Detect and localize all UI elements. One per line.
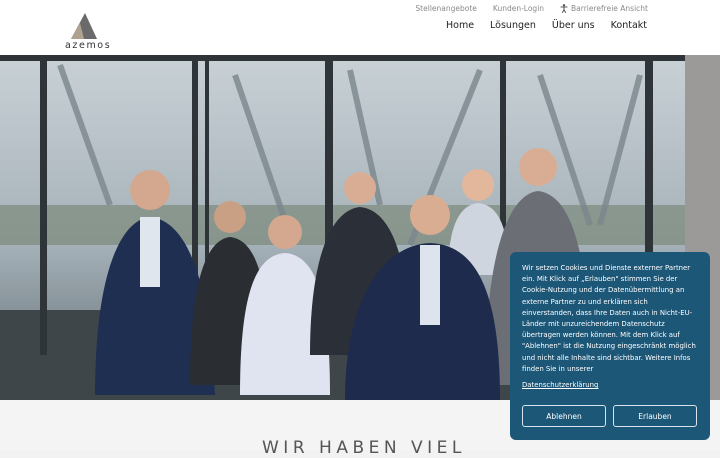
- cookie-banner: Wir setzen Cookies und Dienste externer …: [510, 252, 710, 440]
- logo-text: azemos: [65, 40, 112, 51]
- nav-ueber-uns[interactable]: Über uns: [552, 20, 595, 31]
- utility-nav: Stellenangebote Kunden-Login Barrierefre…: [415, 4, 648, 13]
- cookie-text: Wir setzen Cookies und Dienste externer …: [522, 264, 696, 373]
- main-nav: Home Lösungen Über uns Kontakt: [446, 20, 647, 31]
- privacy-policy-link[interactable]: Datenschutzerklärung: [522, 381, 598, 389]
- site-header: azemos Stellenangebote Kunden-Login Barr…: [0, 0, 720, 55]
- azemos-logo[interactable]: azemos: [62, 9, 110, 53]
- logo-mark-icon: [71, 13, 97, 39]
- jobs-link[interactable]: Stellenangebote: [415, 4, 476, 13]
- customer-login-link[interactable]: Kunden-Login: [493, 4, 544, 13]
- accessibility-icon: [560, 4, 568, 13]
- nav-loesungen[interactable]: Lösungen: [490, 20, 536, 31]
- accessibility-link[interactable]: Barrierefreie Ansicht: [560, 4, 648, 13]
- accept-cookies-button[interactable]: Erlauben: [613, 405, 697, 427]
- reject-cookies-button[interactable]: Ablehnen: [522, 405, 606, 427]
- accessibility-label: Barrierefreie Ansicht: [571, 4, 648, 13]
- nav-kontakt[interactable]: Kontakt: [611, 20, 647, 31]
- nav-home[interactable]: Home: [446, 20, 474, 31]
- section-heading: WIR HABEN VIEL: [262, 438, 466, 458]
